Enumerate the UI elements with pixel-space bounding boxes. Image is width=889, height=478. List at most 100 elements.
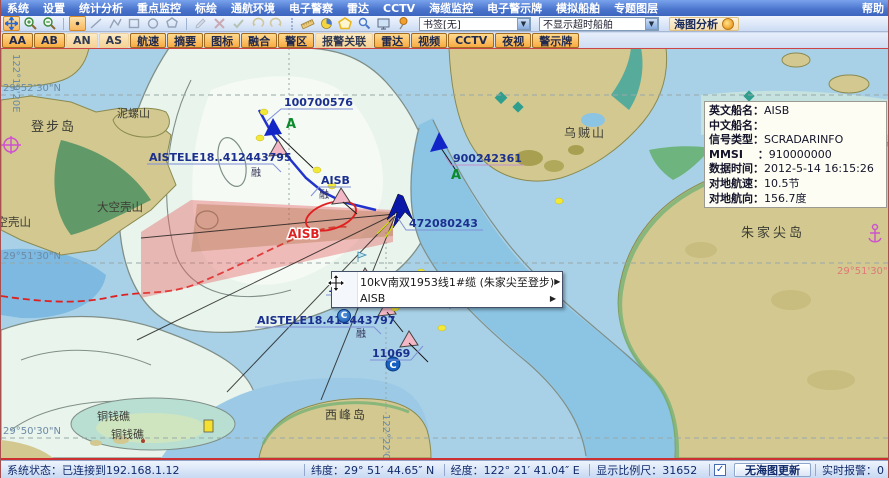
- button-ab[interactable]: AB: [34, 33, 65, 48]
- lat-label-right: 29°51'30"N: [837, 266, 889, 277]
- context-menu-item-cable[interactable]: 10kV南双1953线1#缆 (朱家尖至登步) ▶: [332, 273, 562, 290]
- circle-tool-icon[interactable]: [145, 16, 162, 31]
- context-menu-item-vessel[interactable]: C AISB ▶: [332, 290, 562, 307]
- button-speed[interactable]: 航速: [130, 33, 166, 48]
- class-a-tag: A: [286, 117, 296, 132]
- info-label: 数据时间：: [709, 162, 764, 175]
- scale-readout: 显示比例尺：31652: [590, 462, 709, 478]
- vessel-label[interactable]: AISB: [321, 174, 350, 187]
- menu-system[interactable]: 系统: [7, 0, 29, 16]
- chart-update-checkbox[interactable]: ✓: [714, 464, 726, 476]
- button-radar[interactable]: 雷达: [374, 33, 410, 48]
- nautical-chart-map[interactable]: 29°52'30"N 29°51'30"N 29°51'30"N 29°50'3…: [1, 48, 889, 460]
- info-value: SCRADARINFO: [764, 133, 843, 146]
- vessel-label[interactable]: AISTELE18.412443797: [257, 314, 395, 327]
- lon-label: 122°19'20E: [10, 54, 21, 113]
- info-label: 英文船名：: [709, 104, 764, 117]
- button-night-vision[interactable]: 夜视: [495, 33, 531, 48]
- button-an[interactable]: AN: [66, 33, 98, 48]
- toolbar-dotted-separator: [291, 18, 293, 30]
- ruler-tool-icon[interactable]: [299, 16, 316, 31]
- svg-text:大空壳山: 大空壳山: [97, 200, 143, 214]
- chevron-down-icon[interactable]: ▼: [645, 18, 658, 30]
- rectangle-tool-icon[interactable]: [126, 16, 143, 31]
- menu-e-sign[interactable]: 电子警示牌: [487, 0, 542, 16]
- zoom-out-icon[interactable]: [41, 16, 58, 31]
- move-cursor-icon: [326, 273, 346, 293]
- pan-tool-icon[interactable]: [3, 16, 20, 31]
- info-value: AISB: [764, 104, 789, 117]
- menu-e-police[interactable]: 电子警察: [289, 0, 333, 16]
- button-alarm-link[interactable]: 报警关联: [315, 33, 373, 48]
- menu-plotting[interactable]: 标绘: [195, 0, 217, 16]
- main-toolbar: 书签[无] ▼ 不显示超时船舶 ▼ 海图分析: [1, 16, 889, 32]
- menu-radar[interactable]: 雷达: [347, 0, 369, 16]
- map-context-menu: 10kV南双1953线1#缆 (朱家尖至登步) ▶ C AISB ▶: [331, 271, 563, 308]
- context-menu-item-label: 10kV南双1953线1#缆 (朱家尖至登步): [360, 274, 554, 290]
- edit-tool-icon[interactable]: [192, 16, 209, 31]
- svg-text:西峰岛: 西峰岛: [325, 407, 367, 422]
- no-chart-update-button[interactable]: 无海图更新: [734, 463, 811, 477]
- system-status: 系统状态：已连接到192.168.1.12: [1, 462, 304, 478]
- svg-text:登步岛: 登步岛: [31, 119, 76, 135]
- redo-tool-icon[interactable]: [268, 16, 285, 31]
- menu-simulated-ship[interactable]: 模拟船舶: [556, 0, 600, 16]
- polygon-tool-icon[interactable]: [164, 16, 181, 31]
- class-a-tag: A: [451, 168, 461, 183]
- pie-analysis-tool-icon[interactable]: [318, 16, 335, 31]
- vessel-label[interactable]: 11069: [372, 347, 410, 360]
- point-tool-icon[interactable]: [69, 16, 86, 31]
- bookmark-select[interactable]: 书签[无] ▼: [419, 17, 531, 31]
- info-value: 156.7度: [764, 192, 807, 205]
- undo-tool-icon[interactable]: [249, 16, 266, 31]
- menu-cctv[interactable]: CCTV: [383, 2, 415, 15]
- zoom-in-icon[interactable]: [22, 16, 39, 31]
- status-bar: 系统状态：已连接到192.168.1.12 纬度：29° 51′ 44.65″ …: [1, 460, 889, 478]
- button-as[interactable]: AS: [99, 33, 129, 48]
- menu-navigation-env[interactable]: 通航环境: [231, 0, 275, 16]
- fusion-tag: 融: [319, 189, 329, 201]
- line-tool-icon[interactable]: [88, 16, 105, 31]
- vessel-label[interactable]: 100700576: [284, 96, 353, 109]
- bookmark-select-value: 书签[无]: [423, 16, 461, 31]
- alarm-vessel-label[interactable]: AISB: [288, 227, 320, 241]
- button-alert-zone[interactable]: 警区: [278, 33, 314, 48]
- menu-key-monitoring[interactable]: 重点监控: [137, 0, 181, 16]
- vts-application-window: 系统 设置 统计分析 重点监控 标绘 通航环境 电子警察 雷达 CCTV 海缆监…: [0, 0, 889, 478]
- menu-help[interactable]: 帮助: [862, 0, 884, 16]
- vessel-label[interactable]: 472080243: [409, 217, 478, 230]
- button-summary[interactable]: 摘要: [167, 33, 203, 48]
- polyline-tool-icon[interactable]: [107, 16, 124, 31]
- context-menu-item-label: AISB: [360, 292, 385, 305]
- info-label: MMSI ：: [709, 148, 769, 161]
- chevron-down-icon[interactable]: ▼: [517, 18, 530, 30]
- vessel-label[interactable]: AISTELE18..412443795: [149, 151, 292, 164]
- class-c-icon: C: [337, 309, 351, 323]
- chart-analysis-button[interactable]: 海图分析: [669, 17, 739, 31]
- pin-tool-icon[interactable]: [394, 16, 411, 31]
- button-warning-sign[interactable]: 警示牌: [532, 33, 579, 48]
- region-tool-icon[interactable]: [337, 16, 354, 31]
- button-cctv[interactable]: CCTV: [448, 33, 494, 48]
- capture-tool-icon[interactable]: [375, 16, 392, 31]
- vessel-label[interactable]: 900242361: [453, 152, 522, 165]
- confirm-tool-icon[interactable]: [230, 16, 247, 31]
- menu-settings[interactable]: 设置: [43, 0, 65, 16]
- info-label: 对地航速：: [709, 177, 764, 190]
- button-fusion[interactable]: 融合: [241, 33, 277, 48]
- status-divider: [709, 464, 710, 476]
- toolbar-separator: [63, 18, 64, 30]
- menu-statistics[interactable]: 统计分析: [79, 0, 123, 16]
- delete-tool-icon[interactable]: [211, 16, 228, 31]
- search-tool-icon[interactable]: [356, 16, 373, 31]
- vessel-filter-select[interactable]: 不显示超时船舶 ▼: [539, 17, 659, 31]
- button-video[interactable]: 视频: [411, 33, 447, 48]
- fusion-tag: 融: [251, 167, 261, 179]
- menu-thematic-layers[interactable]: 专题图层: [614, 0, 658, 16]
- button-aa[interactable]: AA: [2, 33, 33, 48]
- menu-cable-monitoring[interactable]: 海缆监控: [429, 0, 473, 16]
- vessel-filter-select-value: 不显示超时船舶: [543, 16, 613, 31]
- toolbar-separator: [186, 18, 187, 30]
- button-icon[interactable]: 图标: [204, 33, 240, 48]
- svg-text:朱家尖岛: 朱家尖岛: [741, 225, 805, 241]
